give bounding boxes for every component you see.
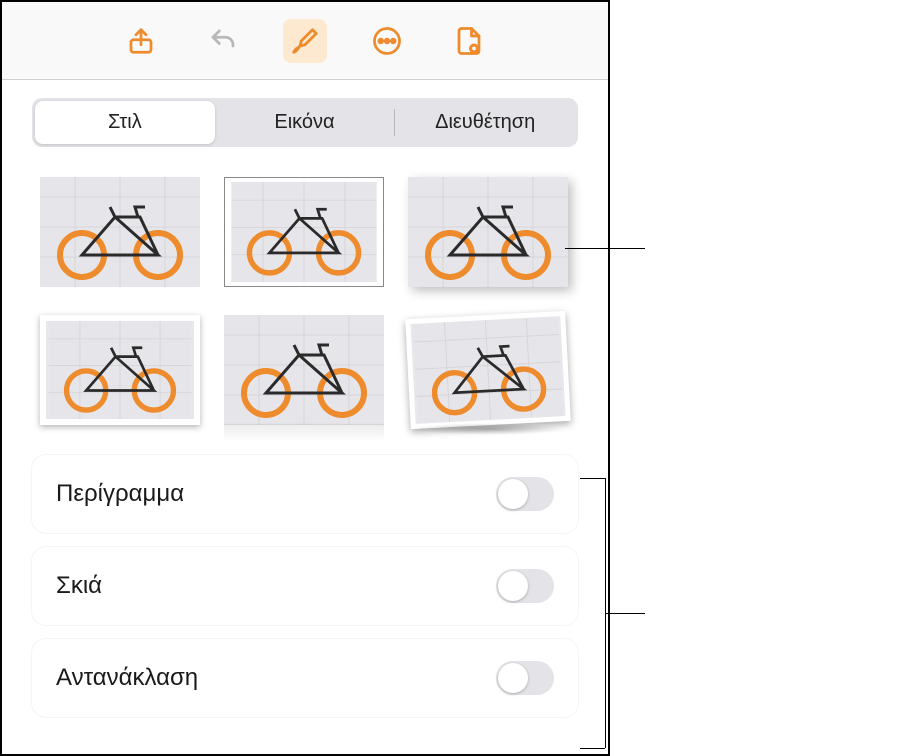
shadow-label: Σκιά (56, 572, 102, 600)
border-row: Περίγραμμα (32, 455, 578, 533)
style-option-reflection[interactable] (224, 315, 384, 425)
toggle-list: Περίγραμμα Σκιά Αντανάκλαση (32, 455, 578, 717)
style-option-frame[interactable] (40, 315, 200, 425)
tab-image[interactable]: Εικόνα (215, 101, 395, 144)
brush-icon (290, 26, 320, 56)
more-button[interactable] (365, 19, 409, 63)
style-option-border[interactable] (224, 177, 384, 287)
style-option-shadow[interactable] (408, 177, 568, 287)
app-frame: Στιλ Εικόνα Διευθέτηση (0, 0, 610, 756)
tabs: Στιλ Εικόνα Διευθέτηση (32, 98, 578, 147)
callout-line (580, 748, 605, 749)
border-label: Περίγραμμα (56, 480, 184, 508)
style-option-plain[interactable] (40, 177, 200, 287)
share-button[interactable] (119, 19, 163, 63)
border-toggle[interactable] (496, 477, 554, 511)
callout-line (565, 248, 645, 249)
undo-button[interactable] (201, 19, 245, 63)
document-icon (454, 26, 484, 56)
document-settings-button[interactable] (447, 19, 491, 63)
reflection-row: Αντανάκλαση (32, 639, 578, 717)
format-button[interactable] (283, 19, 327, 63)
style-grid (32, 177, 578, 425)
share-icon (126, 26, 156, 56)
toolbar (2, 2, 608, 80)
callout-line (580, 478, 605, 479)
format-panel: Στιλ Εικόνα Διευθέτηση (2, 80, 608, 735)
shadow-row: Σκιά (32, 547, 578, 625)
tab-style[interactable]: Στιλ (35, 101, 215, 144)
tab-arrange[interactable]: Διευθέτηση (395, 101, 575, 144)
callout-line (605, 613, 645, 614)
reflection-label: Αντανάκλαση (56, 664, 198, 692)
undo-icon (208, 26, 238, 56)
more-icon (372, 26, 402, 56)
reflection-toggle[interactable] (496, 661, 554, 695)
shadow-toggle[interactable] (496, 569, 554, 603)
style-option-tilted[interactable] (408, 315, 568, 425)
